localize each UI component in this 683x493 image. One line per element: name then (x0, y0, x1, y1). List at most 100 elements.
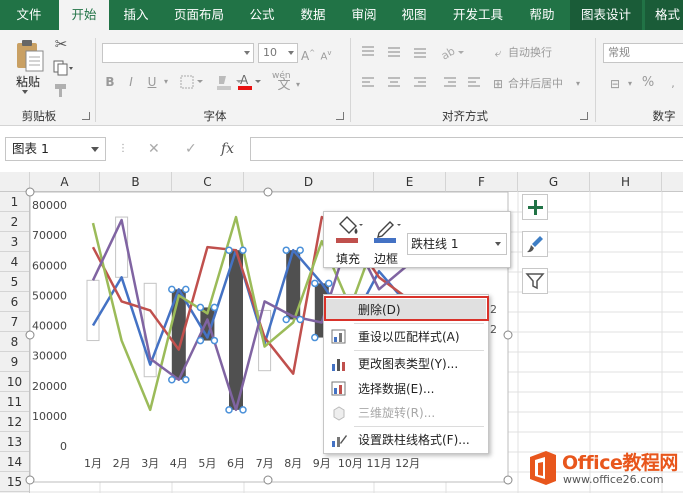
fill-bucket-icon[interactable] (334, 215, 364, 247)
column-header[interactable]: B (100, 172, 172, 192)
3d-rotation-icon (333, 406, 345, 421)
accounting-dropdown-icon[interactable]: ▾ (626, 76, 634, 92)
row-header[interactable]: 10 (0, 372, 29, 392)
menu-item-3d-rotation[interactable]: 三维旋转(R)... (326, 402, 486, 424)
paste-label[interactable]: 粘贴 (16, 73, 40, 90)
vertical-align-icons[interactable] (360, 44, 430, 60)
merge-center-label[interactable]: 合并后居中 (508, 76, 563, 92)
legend-peek: 2 2 (490, 300, 497, 340)
row-header[interactable]: 8 (0, 332, 29, 352)
row-header[interactable]: 2 (0, 212, 29, 232)
row-header[interactable]: 4 (0, 252, 29, 272)
delete-highlight-box (324, 296, 489, 321)
merge-center-icon[interactable]: ⊞ (490, 76, 506, 92)
wrap-text-icon[interactable]: ⤶ (490, 45, 506, 61)
chart-filters-button[interactable] (522, 268, 548, 294)
percent-button[interactable]: % (640, 75, 656, 91)
row-header[interactable]: 15 (0, 472, 29, 492)
column-header[interactable]: G (518, 172, 590, 192)
row-header[interactable]: 14 (0, 452, 29, 472)
format-painter-icon[interactable] (52, 82, 70, 98)
shrink-font-icon[interactable]: Av (319, 45, 333, 65)
clipboard-launcher-icon[interactable] (82, 112, 90, 120)
tab-file[interactable]: 文件 (4, 0, 54, 30)
accounting-format-icon[interactable]: ⊟ (606, 76, 624, 92)
select-data-icon (331, 381, 346, 396)
menu-item-select-data[interactable]: 选择数据(E)... (326, 378, 486, 400)
outline-pen-icon[interactable] (372, 215, 402, 247)
tab-format[interactable]: 格式 (645, 0, 683, 30)
merge-dropdown-icon[interactable]: ▾ (573, 76, 583, 92)
underline-dropdown-icon[interactable]: ▾ (161, 74, 171, 90)
grow-font-icon[interactable]: A^ (301, 45, 315, 64)
tab-help[interactable]: 帮助 (520, 0, 564, 30)
row-header[interactable]: 7 (0, 312, 29, 332)
confirm-entry-button[interactable]: ✓ (185, 141, 197, 157)
fill-label[interactable]: 填充 (336, 250, 360, 267)
formula-bar-grip-icon: ⋮ (118, 143, 128, 154)
tab-view[interactable]: 视图 (392, 0, 436, 30)
formula-input[interactable] (250, 137, 683, 161)
menu-item-change-chart-type[interactable]: 更改图表类型(Y)... (326, 353, 486, 375)
tab-home[interactable]: 开始 (59, 0, 109, 30)
column-header[interactable]: E (374, 172, 446, 192)
row-header[interactable]: 12 (0, 412, 29, 432)
column-header[interactable]: H (590, 172, 662, 192)
row-header[interactable]: 1 (0, 192, 29, 212)
chart-elements-button[interactable] (522, 194, 548, 220)
cut-icon[interactable]: ✂ (52, 36, 70, 52)
row-header[interactable]: 13 (0, 432, 29, 452)
row-header[interactable]: 6 (0, 292, 29, 312)
copy-icon[interactable] (52, 60, 74, 76)
font-launcher-icon[interactable] (336, 112, 344, 120)
font-size-combo[interactable]: 10 (258, 43, 298, 63)
column-header[interactable]: D (244, 172, 374, 192)
italic-button[interactable]: I (125, 74, 137, 90)
paste-icon[interactable] (14, 38, 46, 72)
column-header[interactable]: F (446, 172, 518, 192)
comma-style-icon[interactable]: , (664, 76, 682, 92)
chart-element-select[interactable]: 跌柱线 1 (407, 233, 507, 255)
menu-item-format-down-bars[interactable]: 设置跌柱线格式(F)... (326, 429, 486, 451)
font-group-label: 字体 (203, 109, 227, 123)
row-header[interactable]: 5 (0, 272, 29, 292)
bold-button[interactable]: B (104, 74, 116, 90)
svg-text:ab: ab (440, 44, 457, 61)
borders-icon[interactable] (180, 75, 206, 89)
insert-function-button[interactable]: fx (221, 141, 234, 157)
brush-icon (527, 236, 543, 253)
column-header[interactable]: A (30, 172, 100, 192)
phonetic-dropdown-icon[interactable]: ▾ (294, 77, 302, 93)
phonetic-icon[interactable]: 文 (276, 78, 292, 94)
border-label[interactable]: 边框 (374, 250, 398, 267)
legend-peek-text: 2 (490, 323, 497, 336)
paste-dropdown-icon[interactable] (22, 90, 28, 94)
cancel-entry-button[interactable]: ✕ (148, 141, 160, 157)
orientation-icon[interactable]: ab (440, 43, 466, 61)
tab-insert[interactable]: 插入 (113, 0, 159, 30)
column-header[interactable]: C (172, 172, 244, 192)
tab-chart-design[interactable]: 图表设计 (570, 0, 642, 30)
row-header[interactable]: 9 (0, 352, 29, 372)
tab-data[interactable]: 数据 (291, 0, 335, 30)
tab-page-layout[interactable]: 页面布局 (165, 0, 233, 30)
plus-icon (528, 200, 543, 215)
tab-review[interactable]: 审阅 (342, 0, 386, 30)
tab-developer[interactable]: 开发工具 (443, 0, 513, 30)
tab-formulas[interactable]: 公式 (240, 0, 284, 30)
number-format-combo[interactable]: 常规 (603, 43, 683, 63)
chart-styles-button[interactable] (522, 231, 548, 257)
alignment-launcher-icon[interactable] (580, 112, 588, 120)
number-group-label: 数字 (652, 109, 676, 123)
menu-item-reset-style[interactable]: 重设以匹配样式(A) (326, 326, 486, 348)
row-header[interactable]: 11 (0, 392, 29, 412)
wrap-text-label[interactable]: 自动换行 (508, 45, 552, 61)
horizontal-align-icons[interactable] (360, 75, 480, 91)
font-color-icon[interactable]: A (237, 73, 263, 91)
name-box[interactable]: 图表 1 (5, 137, 106, 161)
font-name-combo[interactable] (102, 43, 254, 63)
clipboard-group-label: 剪贴板 (21, 109, 57, 123)
row-header[interactable]: 3 (0, 232, 29, 252)
underline-button[interactable]: U (146, 74, 158, 90)
select-all-corner[interactable] (0, 172, 30, 192)
